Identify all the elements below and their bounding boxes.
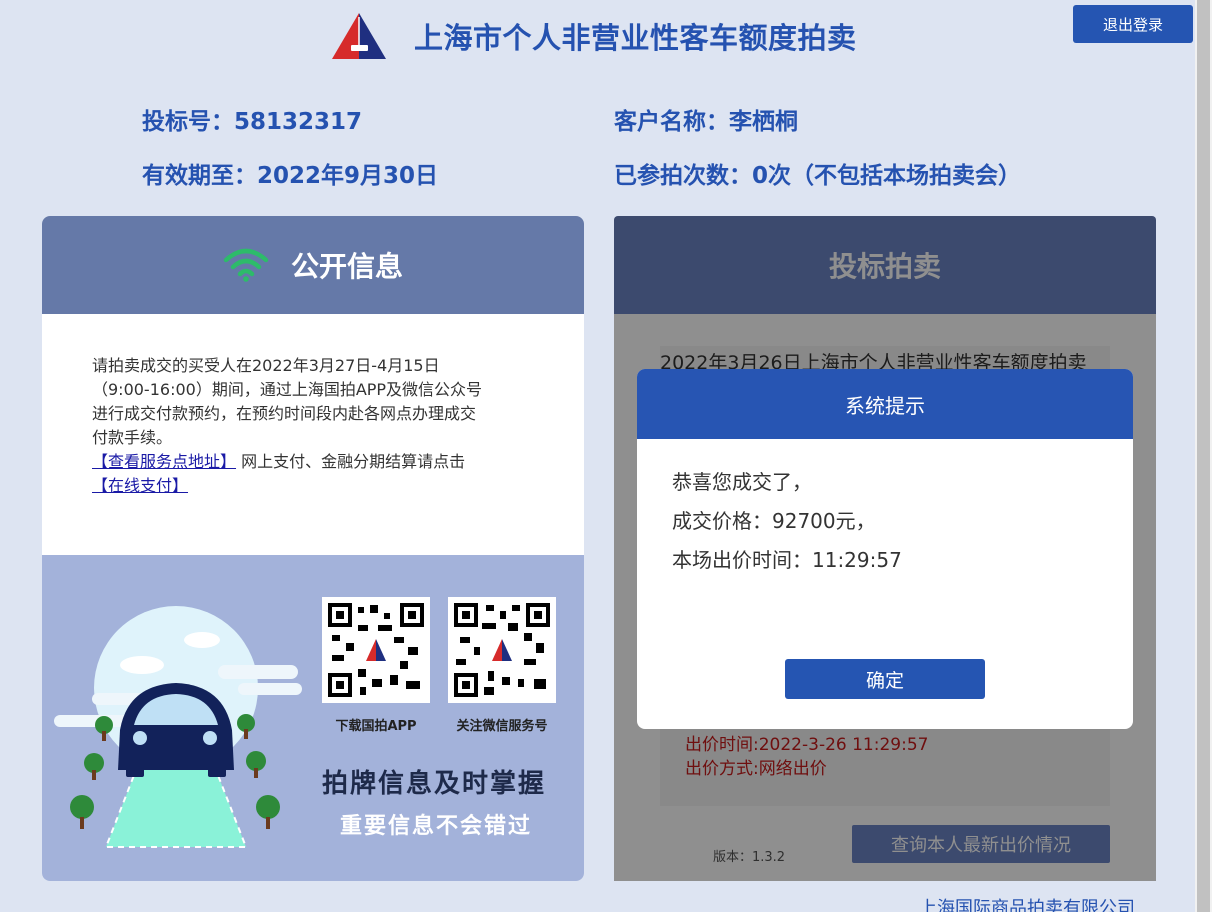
company-link[interactable]: 上海国际商品拍卖有限公司 — [919, 894, 1135, 912]
promo-subline: 重要信息不会错过 — [340, 814, 533, 839]
info-line: 请拍卖成交的买受人在2022年3月27日-4月15日 — [92, 356, 440, 375]
service-address-link[interactable]: 【查看服务点地址】 — [92, 452, 236, 471]
customer-name-value: 李栖桐 — [729, 109, 798, 135]
promo-headline: 拍牌信息及时掌握 — [322, 769, 547, 799]
bid-number-label: 投标号： — [142, 109, 234, 135]
online-payment-text: 网上支付、金融分期结算请点击 — [236, 452, 466, 471]
qr-code-icon — [328, 603, 424, 697]
site-title: 上海市个人非营业性客车额度拍卖 — [414, 21, 857, 55]
auction-logo-icon — [332, 13, 386, 59]
public-info-title: 公开信息 — [290, 250, 403, 283]
dialog-title: 系统提示 — [637, 369, 1133, 439]
online-payment-link[interactable]: 【在线支付】 — [92, 476, 188, 495]
auction-count-label: 已参拍次数： — [614, 163, 752, 189]
system-dialog: 系统提示 恭喜您成交了， 成交价格：92700元， 本场出价时间：11:29:5… — [637, 369, 1133, 729]
scrollbar-thumb[interactable] — [1197, 0, 1210, 912]
bid-number-info: 投标号：58132317 — [142, 102, 362, 136]
customer-name-label: 客户名称： — [614, 109, 729, 135]
info-line: 进行成交付款预约，在预约时间段内赴各网点办理成交 — [92, 404, 477, 423]
payment-line: 【查看服务点地址】 网上支付、金融分期结算请点击 — [92, 450, 534, 474]
app-qr-code — [322, 597, 430, 703]
valid-until-value: 2022年9月30日 — [257, 163, 439, 189]
promo-banner: 下载国拍APP 关注微信服务号 拍牌信息及时掌握 重要信息不会错过 — [42, 555, 584, 881]
dialog-message: 恭喜您成交了， 成交价格：92700元， 本场出价时间：11:29:57 — [637, 439, 1133, 580]
ok-button[interactable]: 确定 — [785, 659, 985, 699]
public-info-text: 请拍卖成交的买受人在2022年3月27日-4月15日 （9:00-16:00）期… — [42, 314, 584, 555]
auction-count-info: 已参拍次数：0次（不包括本场拍卖会） — [614, 156, 1021, 190]
valid-until-label: 有效期至： — [142, 163, 257, 189]
wechat-qr-code — [448, 597, 556, 703]
dialog-line: 成交价格：92700元， — [672, 509, 876, 533]
valid-until-info: 有效期至：2022年9月30日 — [142, 156, 438, 190]
qr-app-label: 下载国拍APP — [335, 719, 417, 734]
car-illustration-icon — [54, 606, 302, 848]
auction-count-value: 0次（不包括本场拍卖会） — [752, 163, 1022, 189]
customer-name-info: 客户名称：李栖桐 — [614, 102, 798, 136]
info-line: （9:00-16:00）期间，通过上海国拍APP及微信公众号 — [92, 380, 483, 399]
public-info-header: 公开信息 — [42, 216, 584, 314]
scrollbar[interactable] — [1195, 0, 1212, 912]
wifi-icon — [223, 248, 269, 282]
qr-wechat-label: 关注微信服务号 — [456, 719, 548, 734]
qr-code-icon — [454, 603, 550, 697]
logout-button[interactable]: 退出登录 — [1073, 5, 1193, 43]
info-line: 付款手续。 — [92, 428, 173, 447]
dialog-line: 恭喜您成交了， — [672, 470, 812, 494]
bid-number-value: 58132317 — [234, 109, 363, 135]
header: 上海市个人非营业性客车额度拍卖 — [330, 10, 857, 62]
public-info-panel: 公开信息 请拍卖成交的买受人在2022年3月27日-4月15日 （9:00-16… — [42, 216, 584, 881]
dialog-line: 本场出价时间：11:29:57 — [672, 548, 902, 572]
